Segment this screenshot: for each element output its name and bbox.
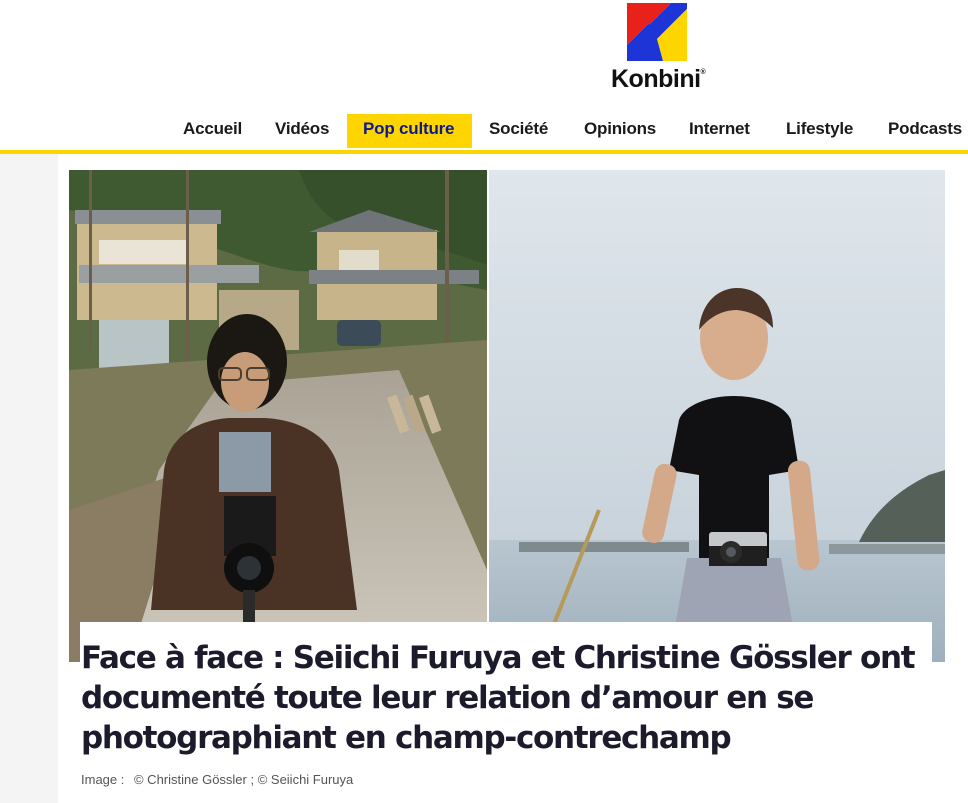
nav-item-societe[interactable]: Société [473,114,564,148]
right-photo-christine [489,170,945,662]
site-header: Konbini® Accueil Vidéos Pop culture Soci… [0,0,968,154]
nav-item-podcasts[interactable]: Podcasts [872,114,968,148]
main-navigation: Accueil Vidéos Pop culture Société Opini… [0,114,968,150]
hero-photo-diptych [69,170,945,662]
article-headline: Face à face : Seiichi Furuya et Christin… [81,640,916,756]
konbini-logo[interactable]: Konbini® [611,3,709,93]
nav-item-internet[interactable]: Internet [673,114,766,148]
nav-item-videos[interactable]: Vidéos [259,114,345,148]
image-credit: Image : © Christine Gössler ; © Seiichi … [81,772,359,787]
nav-item-lifestyle[interactable]: Lifestyle [770,114,869,148]
hero-image[interactable] [69,170,945,662]
logo-wordmark: Konbini® [611,65,706,93]
left-photo-seiichi [69,170,487,662]
nav-item-accueil[interactable]: Accueil [167,114,258,148]
konbini-logo-mark-icon [627,3,687,61]
photo-divider [487,170,489,662]
image-credit-label: Image : [81,772,125,787]
nav-item-pop-culture[interactable]: Pop culture [347,114,472,148]
nav-item-opinions[interactable]: Opinions [568,114,672,148]
image-credit-text: © Christine Gössler ; © Seiichi Furuya [133,772,354,787]
